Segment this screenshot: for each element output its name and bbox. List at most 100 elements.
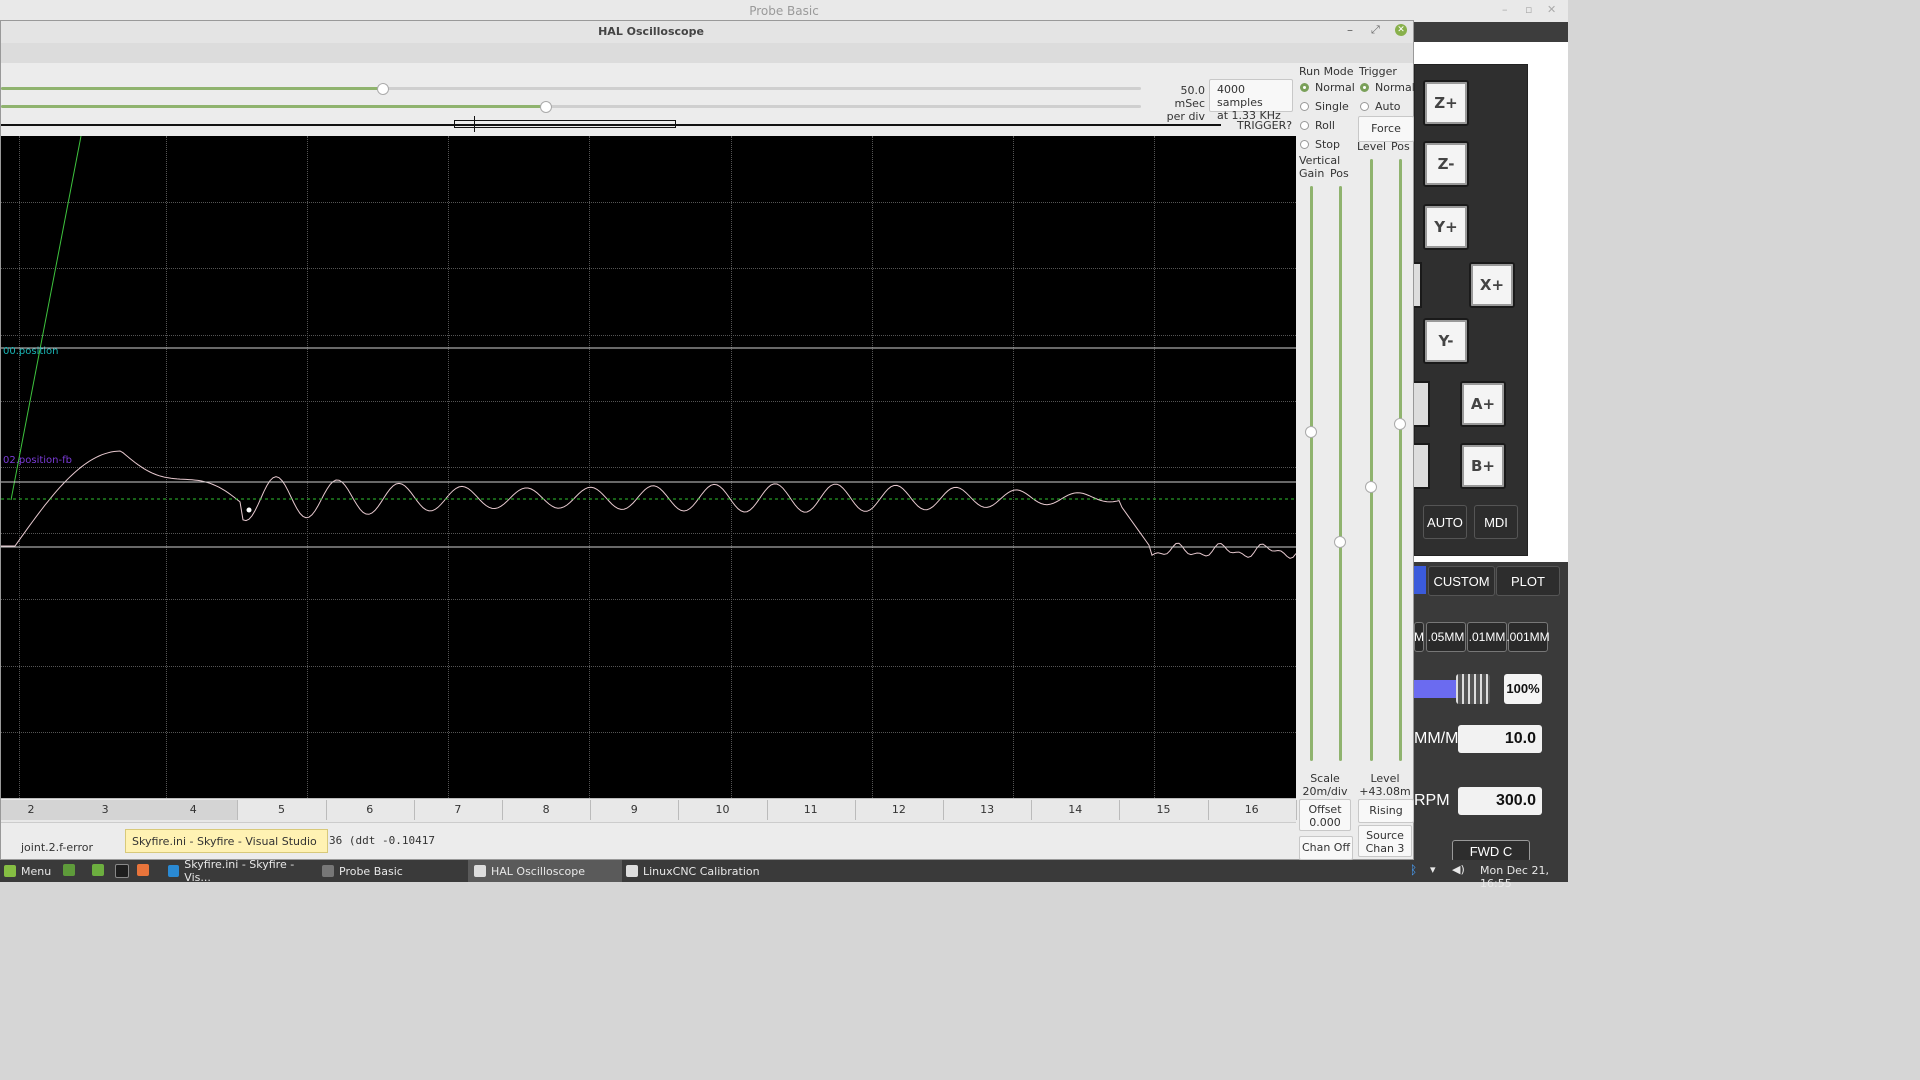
channel-tab-14[interactable]: 14 — [1031, 800, 1121, 820]
run-mode-title: Run Mode — [1299, 65, 1354, 78]
trigger-source-button[interactable]: Source Chan 3 — [1358, 825, 1412, 857]
menu-button[interactable]: Menu — [4, 860, 51, 882]
mdi-button[interactable]: MDI — [1474, 505, 1518, 539]
probe-basic-lower-panel — [1414, 562, 1568, 860]
record-window-indicator[interactable] — [454, 120, 676, 128]
jog-x-minus-button-partial[interactable] — [1414, 262, 1422, 308]
trigger-status: TRIGGER? — [1237, 119, 1293, 132]
run-mode-single[interactable]: Single — [1300, 97, 1355, 116]
clock[interactable]: Mon Dec 21, 16:55 — [1480, 864, 1568, 890]
close-icon[interactable]: ✕ — [1547, 3, 1556, 16]
channel-tab-16[interactable]: 16 — [1208, 800, 1297, 820]
spindle-rpm-value[interactable]: 300.0 — [1458, 787, 1542, 815]
taskbar: Menu Skyfire.ini - Skyfire - Vis... Prob… — [0, 858, 1568, 890]
run-mode-normal-label: Normal — [1315, 81, 1355, 94]
feed-override-slider-handle[interactable] — [1456, 674, 1490, 704]
vertical-pos-slider[interactable] — [1339, 186, 1342, 761]
trigger-pos-slider[interactable] — [1399, 159, 1402, 761]
scope-traces — [1, 136, 1296, 559]
channel-tab-4[interactable]: 4 — [149, 800, 239, 820]
channel-tab-7[interactable]: 7 — [414, 800, 503, 820]
channel-tab-2[interactable]: 2 — [1, 800, 62, 820]
jog-z-plus-button[interactable]: Z+ — [1423, 80, 1469, 126]
channel-tab-9[interactable]: 9 — [590, 800, 680, 820]
firefox-icon[interactable] — [137, 864, 149, 876]
taskbar-item-vscode[interactable]: Skyfire.ini - Skyfire - Vis... — [162, 858, 316, 884]
vertical-pos-knob[interactable] — [1334, 536, 1346, 548]
jog-b-plus-button[interactable]: B+ — [1460, 443, 1506, 489]
channel-tab-5[interactable]: 5 — [237, 800, 327, 820]
channel-tab-10[interactable]: 10 — [678, 800, 768, 820]
increment-001mm-button[interactable]: .001MM — [1506, 622, 1550, 652]
increment-button-partial[interactable]: M — [1414, 622, 1424, 652]
vertical-title: Vertical — [1299, 154, 1341, 167]
vertical-gain-slider[interactable] — [1310, 186, 1313, 761]
feed-override-slider-fill[interactable] — [1414, 680, 1456, 698]
minimize-icon[interactable]: – — [1502, 3, 1508, 16]
vertical-gain-knob[interactable] — [1305, 426, 1317, 438]
increment-01mm-button[interactable]: .01MM — [1467, 622, 1507, 652]
run-mode-normal[interactable]: Normal — [1300, 78, 1355, 97]
restore-icon[interactable]: ▫ — [1525, 3, 1532, 16]
chan-off-button[interactable]: Chan Off — [1299, 836, 1353, 860]
zoom-slider-track[interactable] — [1, 87, 1141, 90]
zoom-slider-knob[interactable] — [377, 83, 389, 95]
run-mode-single-label: Single — [1315, 100, 1349, 113]
force-trigger-button[interactable]: Force — [1358, 116, 1414, 142]
taskbar-item-linuxcnc-calibration[interactable]: LinuxCNC Calibration — [620, 860, 786, 882]
jog-x-plus-button[interactable]: X+ — [1469, 262, 1515, 308]
rapid-value[interactable]: 10.0 — [1458, 725, 1542, 753]
run-mode-stop[interactable]: Stop — [1300, 135, 1355, 154]
position-slider-knob[interactable] — [540, 101, 552, 113]
jog-y-plus-button[interactable]: Y+ — [1423, 204, 1469, 250]
tab-active-partial[interactable] — [1414, 566, 1426, 594]
auto-button[interactable]: AUTO — [1423, 505, 1467, 539]
trigger-normal[interactable]: Normal — [1360, 78, 1415, 97]
tab-custom[interactable]: CUSTOM — [1428, 566, 1495, 596]
jog-z-minus-button[interactable]: Z- — [1423, 141, 1469, 187]
trigger-auto[interactable]: Auto — [1360, 97, 1415, 116]
channel-tab-8[interactable]: 8 — [502, 800, 592, 820]
show-desktop-icon[interactable] — [63, 864, 75, 876]
trigger-pos-knob[interactable] — [1394, 418, 1406, 430]
network-icon[interactable]: ▾ — [1430, 863, 1436, 876]
probe-basic-icon — [322, 865, 334, 877]
trace-label-position: 00.position — [3, 346, 59, 357]
sample-info-button[interactable]: 4000 samples at 1.33 KHz — [1209, 79, 1293, 122]
channel-tab-12[interactable]: 12 — [855, 800, 944, 820]
jog-y-minus-button[interactable]: Y- — [1423, 318, 1469, 364]
channel-tab-11[interactable]: 11 — [767, 800, 856, 820]
channel-tab-13[interactable]: 13 — [943, 800, 1033, 820]
tab-plot[interactable]: PLOT — [1496, 566, 1560, 596]
trigger-level-slider[interactable] — [1370, 159, 1373, 761]
hal-close-icon[interactable]: ✕ — [1395, 24, 1407, 36]
mint-logo-icon — [4, 865, 16, 877]
files-icon[interactable] — [92, 864, 104, 876]
jog-a-plus-button[interactable]: A+ — [1460, 381, 1506, 427]
spindle-fwd-button[interactable]: FWD C — [1452, 840, 1530, 862]
jog-a-minus-button-partial[interactable] — [1414, 381, 1430, 427]
jog-b-minus-button-partial[interactable] — [1414, 443, 1430, 489]
bluetooth-icon[interactable]: ᛒ — [1410, 863, 1417, 877]
taskbar-item-hal-oscilloscope[interactable]: HAL Oscilloscope — [468, 860, 622, 882]
position-slider-track[interactable] — [1, 105, 1141, 108]
vertical-scale: Scale 20m/div — [1299, 772, 1351, 798]
run-mode-roll[interactable]: Roll — [1300, 116, 1355, 135]
hal-restore-icon[interactable]: ⤢ — [1371, 23, 1380, 37]
hal-minimize-icon[interactable]: – — [1347, 23, 1353, 37]
menu-label: Menu — [21, 864, 52, 878]
terminal-icon[interactable] — [115, 864, 129, 878]
trigger-level-title: Level — [1370, 772, 1400, 785]
position-slider-fill — [1, 105, 546, 108]
vertical-offset-button[interactable]: Offset 0.000 — [1299, 799, 1351, 831]
channel-tab-3[interactable]: 3 — [61, 800, 151, 820]
volume-icon[interactable]: ◀) — [1452, 863, 1465, 876]
channel-tab-6[interactable]: 6 — [326, 800, 415, 820]
channel-tab-15[interactable]: 15 — [1119, 800, 1209, 820]
trigger-edge-button[interactable]: Rising — [1358, 799, 1414, 823]
trigger-point-marker — [246, 507, 252, 513]
increment-05mm-button[interactable]: .05MM — [1426, 622, 1466, 652]
vscode-icon — [168, 865, 180, 877]
taskbar-item-probe-basic[interactable]: Probe Basic — [316, 860, 470, 882]
trigger-level-knob[interactable] — [1365, 481, 1377, 493]
